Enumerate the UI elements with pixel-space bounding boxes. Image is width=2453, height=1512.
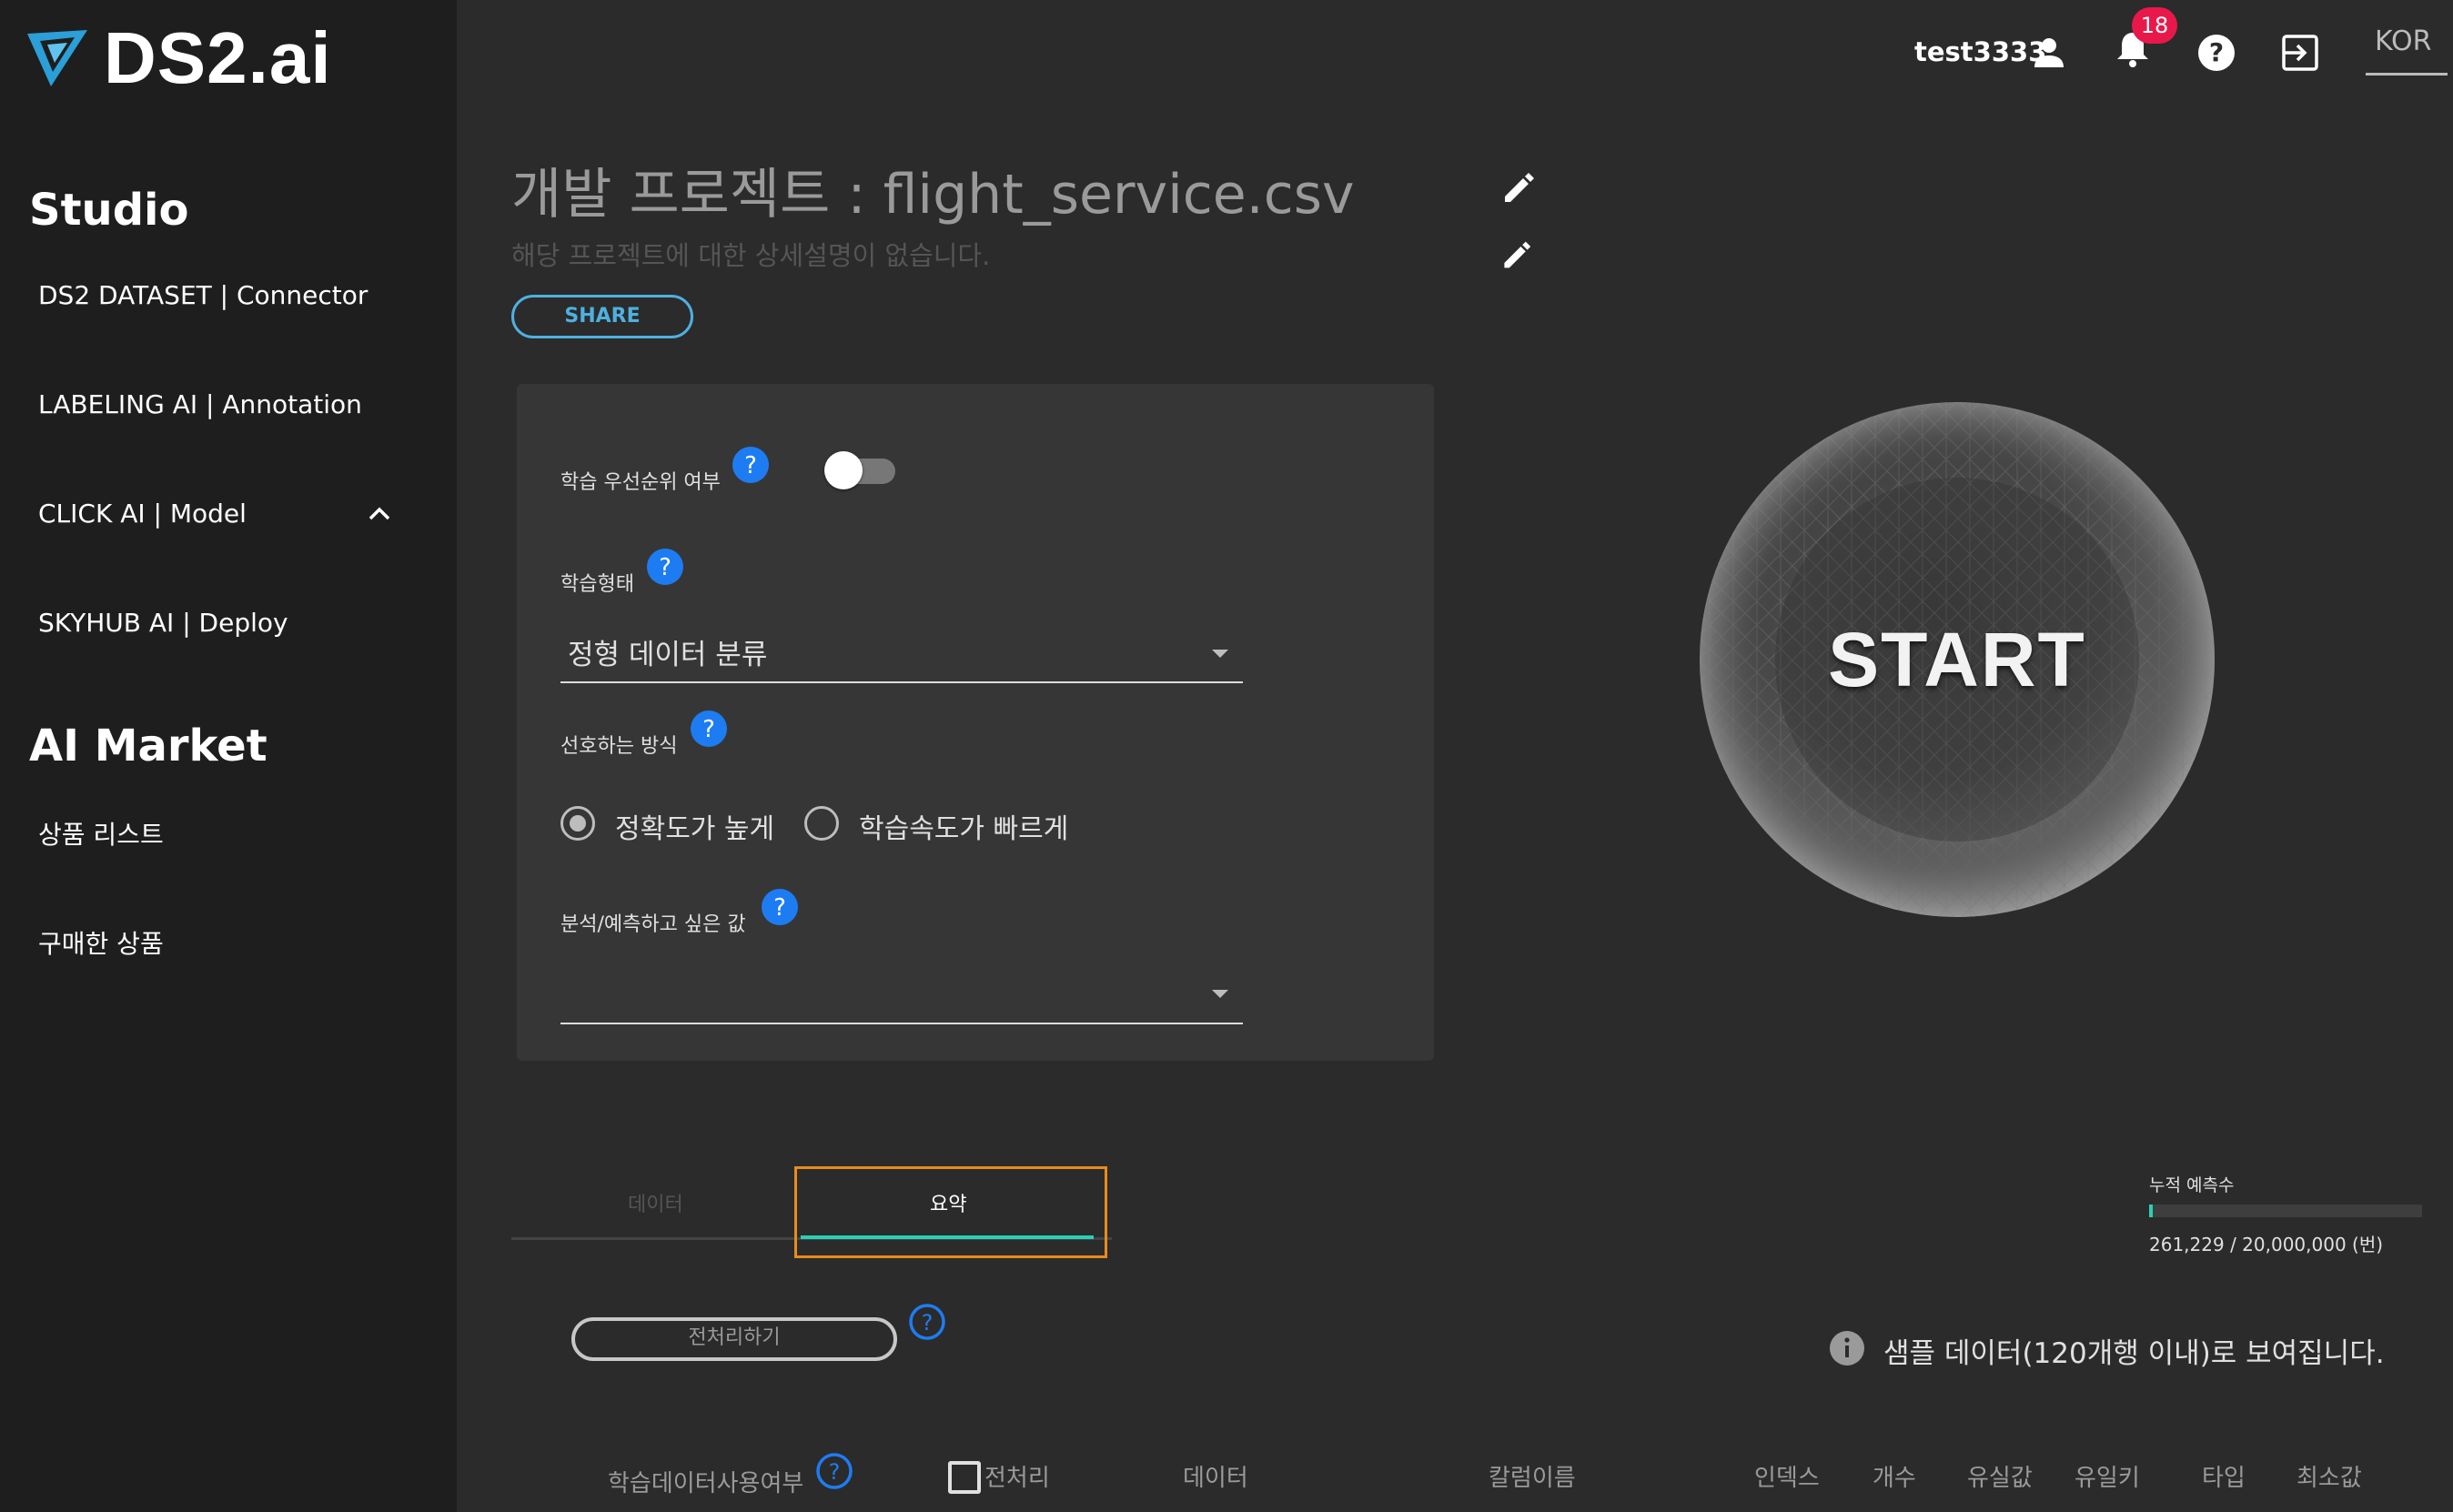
- priority-label: 학습 우선순위 여부: [560, 471, 721, 494]
- user-icon[interactable]: [2031, 35, 2067, 71]
- tab-data[interactable]: 데이터: [628, 1188, 683, 1217]
- sidebar-item-clickai[interactable]: CLICK AI | Model: [38, 499, 247, 529]
- svg-text:?: ?: [659, 554, 671, 581]
- radio-accuracy[interactable]: [560, 806, 595, 841]
- svg-text:?: ?: [922, 1310, 934, 1336]
- svg-text:?: ?: [829, 1459, 841, 1485]
- notification-badge: 18: [2132, 7, 2177, 44]
- preprocess-button[interactable]: 전처리하기: [571, 1317, 897, 1361]
- column-header-min: 최소값: [2297, 1465, 2362, 1492]
- prediction-progress-track: [2149, 1205, 2422, 1217]
- column-header-unique: 유일키: [2074, 1465, 2140, 1492]
- prediction-count-value: 261,229 / 20,000,000 (번): [2149, 1234, 2384, 1255]
- language-underline: [2366, 73, 2448, 76]
- column-header-count: 개수: [1873, 1465, 1916, 1492]
- use-for-training-help-icon[interactable]: ?: [815, 1452, 853, 1490]
- sidebar-item-purchased[interactable]: 구매한 상품: [38, 924, 164, 961]
- svg-text:?: ?: [773, 894, 786, 922]
- column-header-preprocess: 전처리: [984, 1465, 1050, 1492]
- username[interactable]: test3333: [1914, 36, 2046, 67]
- sidebar-item-product-list[interactable]: 상품 리스트: [38, 815, 164, 852]
- sample-data-notice: 샘플 데이터(120개행 이내)로 보여집니다.: [1883, 1337, 2385, 1370]
- svg-text:?: ?: [2209, 37, 2224, 67]
- logo-text: DS2.ai: [104, 17, 332, 98]
- sidebar-item-labeling[interactable]: LABELING AI | Annotation: [38, 389, 362, 419]
- column-header-type: 타입: [2202, 1465, 2246, 1492]
- edit-title-icon[interactable]: [1499, 169, 1536, 206]
- priority-toggle-knob[interactable]: [824, 451, 863, 489]
- chevron-up-icon[interactable]: [368, 502, 391, 526]
- logo[interactable]: DS2.ai: [27, 16, 332, 100]
- project-title: 개발 프로젝트 : flight_service.csv: [511, 163, 1355, 227]
- tab-summary[interactable]: 요약: [930, 1188, 966, 1217]
- training-type-help-icon[interactable]: ?: [646, 548, 684, 586]
- training-type-underline: [560, 681, 1243, 683]
- sidebar: DS2.ai Studio DS2 DATASET | Connector LA…: [0, 0, 457, 1512]
- svg-text:?: ?: [744, 452, 757, 479]
- sidebar-item-skyhub[interactable]: SKYHUB AI | Deploy: [38, 608, 288, 638]
- section-heading-studio: Studio: [29, 185, 189, 236]
- share-button[interactable]: SHARE: [511, 295, 693, 338]
- training-type-select[interactable]: 정형 데이터 분류: [568, 631, 767, 672]
- column-header-column-name: 칼럼이름: [1489, 1465, 1576, 1492]
- column-header-index: 인덱스: [1754, 1465, 1820, 1492]
- preprocess-all-checkbox[interactable]: [948, 1461, 981, 1494]
- target-underline: [560, 1023, 1243, 1024]
- target-help-icon[interactable]: ?: [761, 888, 799, 926]
- language-selector[interactable]: KOR: [2375, 25, 2432, 57]
- section-heading-ai-market: AI Market: [29, 721, 268, 771]
- prediction-count-label: 누적 예측수: [2149, 1175, 2235, 1195]
- logout-icon[interactable]: [2280, 33, 2320, 73]
- training-type-caret-icon[interactable]: [1212, 650, 1228, 658]
- help-icon[interactable]: ?: [2196, 33, 2236, 73]
- edit-description-icon[interactable]: [1499, 238, 1532, 271]
- start-label[interactable]: START: [1698, 400, 2216, 919]
- radio-speed[interactable]: [804, 806, 839, 841]
- tab-active-indicator: [801, 1235, 1094, 1239]
- radio-accuracy-label[interactable]: 정확도가 높게: [615, 806, 774, 846]
- preprocess-help-icon[interactable]: ?: [908, 1303, 946, 1341]
- info-icon: [1830, 1331, 1864, 1366]
- sidebar-item-dataset[interactable]: DS2 DATASET | Connector: [38, 280, 368, 310]
- ds2-logo-icon: [27, 30, 87, 86]
- target-label: 분석/예측하고 싶은 값: [560, 913, 746, 936]
- preference-label: 선호하는 방식: [560, 735, 678, 758]
- prediction-progress-fill: [2149, 1205, 2153, 1217]
- column-header-use-for-training: 학습데이터사용여부: [608, 1470, 804, 1497]
- column-header-data: 데이터: [1183, 1465, 1248, 1492]
- start-button[interactable]: START: [1698, 400, 2216, 919]
- target-caret-icon[interactable]: [1212, 990, 1228, 998]
- preference-help-icon[interactable]: ?: [690, 710, 728, 748]
- svg-text:?: ?: [702, 716, 715, 743]
- project-description: 해당 프로젝트에 대한 상세설명이 없습니다.: [511, 240, 991, 271]
- column-header-missing: 유실값: [1967, 1465, 2033, 1492]
- training-type-label: 학습형태: [560, 573, 634, 596]
- radio-speed-label[interactable]: 학습속도가 빠르게: [859, 806, 1068, 846]
- priority-help-icon[interactable]: ?: [732, 446, 770, 484]
